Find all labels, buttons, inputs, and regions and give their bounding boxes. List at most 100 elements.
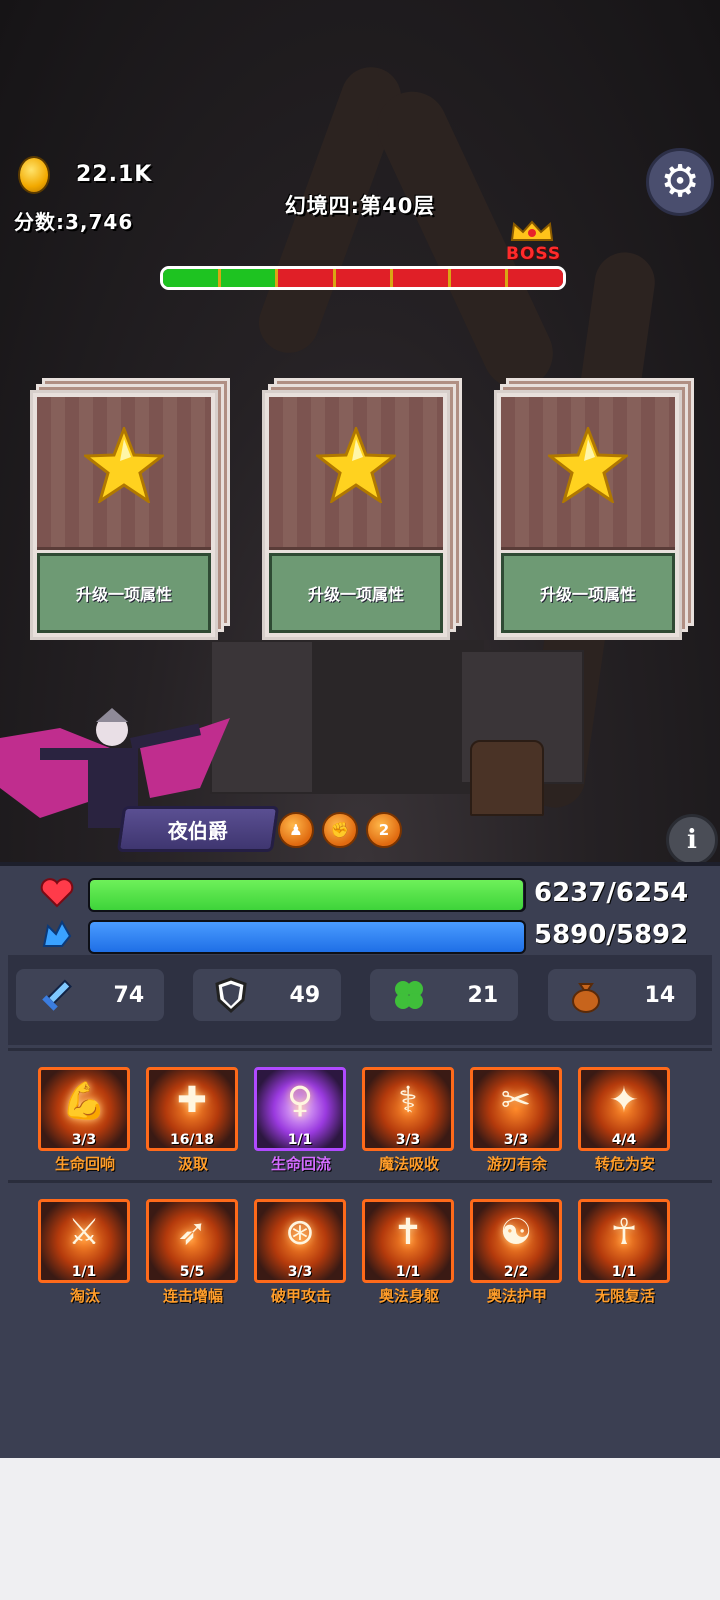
skill-item[interactable]: ➶ 5/5 连击增幅	[146, 1199, 240, 1309]
dungeon-doorway	[300, 640, 484, 794]
mp-bar	[88, 920, 526, 954]
mp-row: 5890/5892	[40, 918, 710, 954]
sword-icon	[42, 979, 72, 1011]
skill-level: 3/3	[395, 1132, 421, 1148]
card-face: 升级一项属性	[30, 390, 218, 640]
skill-item[interactable]: ✂ 3/3 游刃有余	[470, 1067, 564, 1177]
progress-segment	[450, 269, 509, 287]
defense-stat[interactable]: 49	[193, 969, 341, 1021]
sparkle-icon: ✦	[608, 1080, 640, 1121]
skill-name: 连击增幅	[162, 1287, 223, 1305]
star-icon	[548, 427, 628, 503]
ankh-icon: ☥	[610, 1212, 638, 1253]
skill-item[interactable]: ✦ 4/4 转危为安	[578, 1067, 672, 1177]
stage-title: 幻境四:第40层	[284, 194, 436, 218]
skills-divider	[8, 1180, 712, 1183]
skill-tile: ✦ 4/4	[578, 1067, 670, 1151]
skill-tile: ✂ 3/3	[470, 1067, 562, 1151]
buff-body-icon[interactable]: ♟	[278, 812, 314, 848]
mp-bar-fill	[90, 922, 524, 952]
character-name: 夜伯爵	[168, 818, 228, 843]
game-screen: 22.1K 分数:3,746 幻境四:第40层 ⚙ BOSS 升级一项属性 升级一…	[0, 0, 720, 1458]
loot-value: 14	[644, 982, 676, 1008]
skill-tile: ⚔ 1/1	[38, 1199, 130, 1283]
skill-tile: ☥ 1/1	[578, 1199, 670, 1283]
skill-name: 汲取	[177, 1155, 208, 1173]
hp-bar-fill	[90, 880, 523, 910]
skill-tile: ♀ 1/1	[254, 1067, 346, 1151]
attack-value: 74	[113, 982, 145, 1008]
gear-icon: ⚙	[660, 156, 700, 207]
upgrade-card[interactable]: 升级一项属性	[30, 378, 242, 644]
skill-name: 游刃有余	[486, 1155, 547, 1173]
mana-wing-icon	[42, 920, 72, 947]
blade-icon: ✂	[500, 1080, 532, 1121]
progress-segment	[393, 269, 451, 287]
skill-level: 1/1	[71, 1264, 97, 1280]
info-button[interactable]: i	[666, 814, 718, 866]
luck-value: 21	[467, 982, 499, 1008]
skill-level: 5/5	[179, 1264, 205, 1280]
skill-name: 转危为安	[594, 1155, 655, 1173]
card-label: 升级一项属性	[37, 553, 211, 633]
meditate-icon: ☯	[499, 1212, 533, 1253]
card-art	[269, 397, 443, 550]
progress-segment	[278, 269, 336, 287]
medic-icon: ✚	[176, 1080, 208, 1121]
treasure-chest	[470, 740, 544, 816]
hp-bar	[88, 878, 526, 912]
skill-level: 3/3	[503, 1132, 529, 1148]
clover-icon	[394, 981, 423, 1009]
card-label: 升级一项属性	[501, 553, 675, 633]
skill-level: 1/1	[611, 1264, 637, 1280]
skill-name: 奥法护甲	[486, 1287, 547, 1305]
stage-progress-bar	[160, 266, 566, 290]
star-icon	[84, 427, 164, 503]
progress-segment	[508, 269, 563, 287]
skill-name: 破甲攻击	[270, 1287, 331, 1305]
shield-icon	[215, 977, 247, 1014]
skill-tile: 💪 3/3	[38, 1067, 130, 1151]
money-bag-icon	[571, 983, 600, 1013]
hp-row: 6237/6254	[40, 876, 710, 912]
skill-item[interactable]: ✚ 16/18 汲取	[146, 1067, 240, 1177]
upgrade-card[interactable]: 升级一项属性	[494, 378, 706, 644]
boss-marker: BOSS	[506, 244, 562, 264]
card-face: 升级一项属性	[494, 390, 682, 640]
loot-stat[interactable]: 14	[548, 969, 696, 1021]
skill-item[interactable]: ☯ 2/2 奥法护甲	[470, 1199, 564, 1309]
buff-fist-icon[interactable]: ✊	[322, 812, 358, 848]
card-label: 升级一项属性	[269, 553, 443, 633]
card-face: 升级一项属性	[262, 390, 450, 640]
star-icon	[316, 427, 396, 503]
luck-stat[interactable]: 21	[370, 969, 518, 1021]
buff-stack-count: 2	[378, 821, 390, 839]
skill-item[interactable]: ✝ 1/1 奥法身躯	[362, 1199, 456, 1309]
arm-icon: 💪	[61, 1081, 107, 1122]
crown-icon	[510, 220, 554, 241]
skill-level: 4/4	[611, 1132, 637, 1148]
skill-item[interactable]: ⚕ 3/3 魔法吸收	[362, 1067, 456, 1177]
mp-value: 5890/5892	[534, 920, 689, 950]
skill-item[interactable]: ♀ 1/1 生命回流	[254, 1067, 348, 1177]
heart-icon	[40, 878, 74, 908]
skill-item[interactable]: 💪 3/3 生命回响	[38, 1067, 132, 1177]
card-art	[37, 397, 211, 550]
winged-cross-icon: ✝	[392, 1212, 424, 1253]
upgrade-card[interactable]: 升级一项属性	[262, 378, 474, 644]
buff-arrow-icon[interactable]: 2	[366, 812, 402, 848]
attack-stat[interactable]: 74	[16, 969, 164, 1021]
coin-count: 22.1K	[76, 162, 153, 187]
skill-level: 1/1	[287, 1132, 313, 1148]
skill-item[interactable]: ⊛ 3/3 破甲攻击	[254, 1199, 348, 1309]
skill-item[interactable]: ☥ 1/1 无限复活	[578, 1199, 672, 1309]
settings-button[interactable]: ⚙	[646, 148, 714, 216]
skill-tile: ✝ 1/1	[362, 1199, 454, 1283]
skill-item[interactable]: ⚔ 1/1 淘汰	[38, 1199, 132, 1309]
skill-name: 奥法身躯	[378, 1287, 439, 1305]
caduceus-icon: ⚕	[398, 1080, 418, 1121]
runner-icon: ➶	[176, 1212, 208, 1253]
attribute-area: 74 49 21 14	[8, 955, 712, 1045]
card-art	[501, 397, 675, 550]
skills-area: 💪 3/3 生命回响 ✚ 16/18 汲取 ♀ 1/1 生命回流 ⚕ 3/3 魔法吸收 ✂ 3/3 游刃有余…	[8, 1048, 712, 1458]
